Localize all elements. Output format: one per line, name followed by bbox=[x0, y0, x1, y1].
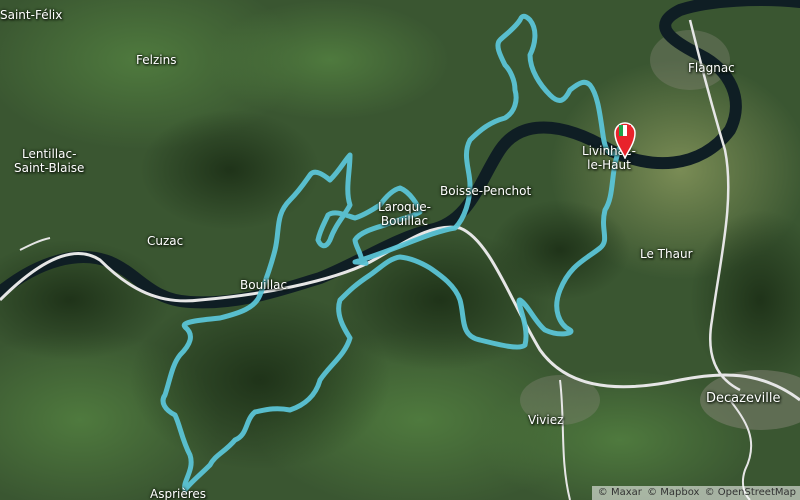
map-canvas[interactable]: Saint-Félix Felzins Lentillac- Saint-Bla… bbox=[0, 0, 800, 500]
place-label-bouillac: Bouillac bbox=[240, 278, 288, 292]
place-label-livinhac-line2: le-Haut bbox=[587, 158, 631, 172]
place-label-boisse-penchot: Boisse-Penchot bbox=[440, 184, 532, 198]
place-label-lentillac-line2: Saint-Blaise bbox=[14, 161, 85, 175]
map-attribution: © Maxar © Mapbox © OpenStreetMap bbox=[591, 486, 800, 500]
place-label-lentillac-line1: Lentillac- bbox=[21, 147, 77, 161]
place-label-lentillac: Lentillac- Saint-Blaise bbox=[14, 147, 84, 175]
place-label-laroque-bouillac: Laroque- Bouillac bbox=[378, 200, 431, 228]
place-label-felzins: Felzins bbox=[136, 53, 177, 67]
place-label-flagnac: Flagnac bbox=[688, 61, 735, 75]
place-label-cuzac: Cuzac bbox=[147, 234, 184, 248]
place-label-saint-felix: Saint-Félix bbox=[0, 8, 63, 22]
osm-attribution-link[interactable]: © OpenStreetMap bbox=[705, 487, 796, 498]
place-label-laroque-line1: Laroque- bbox=[378, 200, 431, 214]
maxar-attribution-link[interactable]: © Maxar bbox=[598, 487, 642, 498]
mapbox-attribution-link[interactable]: © Mapbox bbox=[647, 487, 699, 498]
place-label-decazeville: Decazeville bbox=[706, 391, 781, 406]
place-label-viviez: Viviez bbox=[528, 413, 564, 427]
place-label-le-thaur: Le Thaur bbox=[640, 247, 693, 261]
place-label-asprieres: Asprières bbox=[150, 487, 207, 500]
place-label-laroque-line2: Bouillac bbox=[380, 214, 429, 228]
start-finish-flag-icon[interactable] bbox=[613, 119, 637, 159]
